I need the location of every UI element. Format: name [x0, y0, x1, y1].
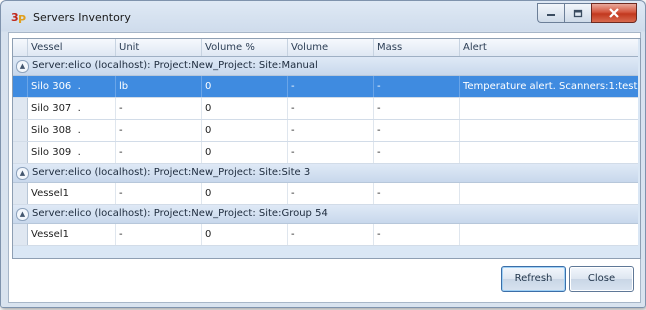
group-label: Server:elico (localhost): Project:New_Pr… — [32, 167, 311, 178]
minimize-icon — [547, 14, 555, 16]
cell-unit: - — [116, 224, 202, 245]
caption-buttons — [537, 3, 637, 23]
column-header-volume[interactable]: Volume — [288, 39, 374, 56]
row-selector[interactable] — [13, 98, 28, 119]
title-bar[interactable]: 3 P Servers Inventory — [1, 1, 645, 32]
inventory-grid[interactable]: Vessel Unit Volume % Volume Mass Alert ▲… — [12, 38, 641, 259]
cell-vessel: Silo 309 . — [28, 142, 116, 163]
group-label: Server:elico (localhost): Project:New_Pr… — [32, 208, 328, 219]
column-header-alert[interactable]: Alert — [460, 39, 638, 56]
group-row[interactable]: ▲ Server:elico (localhost): Project:New_… — [13, 205, 638, 224]
cell-alert: Temperature alert. Scanners:1:test % — [463, 81, 638, 92]
cell-mass: - — [374, 224, 460, 245]
cell-volume-pct: 0 — [202, 76, 288, 97]
close-icon — [609, 8, 619, 18]
close-button[interactable]: Close — [569, 266, 634, 292]
table-row[interactable]: Silo 307 . - 0 - - — [13, 98, 638, 120]
cell-volume: - — [288, 120, 374, 141]
grid-header: Vessel Unit Volume % Volume Mass Alert — [13, 39, 638, 57]
column-header-unit[interactable]: Unit — [116, 39, 202, 56]
column-header-mass[interactable]: Mass — [374, 39, 460, 56]
cell-alert — [460, 142, 638, 163]
row-selector[interactable] — [13, 183, 28, 204]
cell-volume-pct: 0 — [202, 183, 288, 204]
cell-volume-pct: 0 — [202, 224, 288, 245]
cell-vessel: Vessel1 — [28, 183, 116, 204]
column-header-vessel[interactable]: Vessel — [28, 39, 116, 56]
refresh-button[interactable]: Refresh — [501, 266, 566, 292]
close-window-button[interactable] — [591, 3, 637, 23]
chevron-up-icon[interactable]: ▲ — [16, 167, 29, 180]
servers-inventory-window: 3 P Servers Inventory Vessel Unit Volume… — [0, 0, 646, 308]
cell-vessel: Vessel1 — [28, 224, 116, 245]
cell-mass: - — [374, 98, 460, 119]
cell-vessel: Silo 308 . — [28, 120, 116, 141]
chevron-up-icon[interactable]: ▲ — [16, 60, 29, 73]
table-row[interactable]: Silo 306 . lb 0 - - Temperature alert. S… — [13, 76, 638, 98]
maximize-button[interactable] — [564, 3, 591, 23]
group-row[interactable]: ▲ Server:elico (localhost): Project:New_… — [13, 57, 638, 76]
group-label: Server:elico (localhost): Project:New_Pr… — [32, 60, 318, 71]
cell-vessel: Silo 306 . — [28, 76, 116, 97]
cell-volume-pct: 0 — [202, 142, 288, 163]
app-logo-icon: 3 P — [11, 10, 27, 24]
table-row[interactable]: Silo 308 . - 0 - - — [13, 120, 638, 142]
window-title: Servers Inventory — [33, 11, 131, 24]
cell-alert — [460, 120, 638, 141]
cell-alert — [460, 224, 638, 245]
table-row[interactable]: Silo 309 . - 0 - - — [13, 142, 638, 164]
cell-mass: - — [374, 183, 460, 204]
row-selector[interactable] — [13, 142, 28, 163]
row-selector[interactable] — [13, 224, 28, 245]
cell-unit: - — [116, 142, 202, 163]
minimize-button[interactable] — [537, 3, 564, 23]
cell-unit: - — [116, 120, 202, 141]
cell-volume: - — [288, 98, 374, 119]
cell-unit: lb — [116, 76, 202, 97]
cell-alert — [460, 98, 638, 119]
cell-volume: - — [288, 76, 374, 97]
cell-unit: - — [116, 98, 202, 119]
row-selector-header — [13, 39, 28, 56]
table-row[interactable]: Vessel1 - 0 - - — [13, 224, 638, 246]
table-row[interactable]: Vessel1 - 0 - - — [13, 183, 638, 205]
cell-volume: - — [288, 224, 374, 245]
column-header-volume-pct[interactable]: Volume % — [202, 39, 288, 56]
cell-volume-pct: 0 — [202, 98, 288, 119]
group-row[interactable]: ▲ Server:elico (localhost): Project:New_… — [13, 164, 638, 183]
row-selector[interactable] — [13, 76, 28, 97]
cell-mass: - — [374, 142, 460, 163]
cell-vessel: Silo 307 . — [28, 98, 116, 119]
svg-text:P: P — [18, 13, 26, 24]
chevron-up-icon[interactable]: ▲ — [16, 208, 29, 221]
cell-mass: - — [374, 120, 460, 141]
cell-alert — [460, 183, 638, 204]
cell-volume-pct: 0 — [202, 120, 288, 141]
cell-unit: - — [116, 183, 202, 204]
maximize-icon — [573, 9, 583, 17]
cell-volume: - — [288, 142, 374, 163]
cell-volume: - — [288, 183, 374, 204]
cell-mass: - — [374, 76, 460, 97]
row-selector[interactable] — [13, 120, 28, 141]
